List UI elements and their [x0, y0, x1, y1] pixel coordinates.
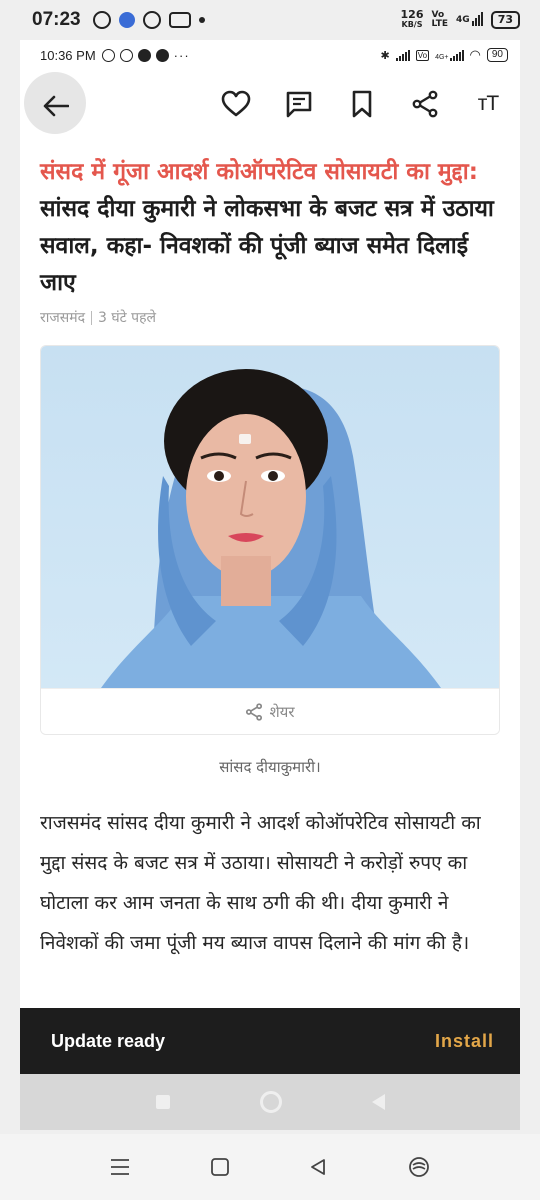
signal-1-icon [395, 49, 410, 61]
device-navigation-bar [0, 1134, 540, 1200]
share-icon [246, 702, 263, 721]
image-caption: सांसद दीयाकुमारी। [219, 758, 321, 776]
signal-icon: 4G [456, 12, 483, 26]
whatsapp-icon [119, 48, 133, 62]
volte-icon: Vo [415, 49, 430, 61]
signal-2-icon: 4G+ [435, 49, 464, 61]
article-body: राजसमंद सांसद दीया कुमारी ने आदर्श कोऑपर… [40, 812, 481, 954]
update-snackbar: Update ready Install [20, 1008, 520, 1074]
bookmark-button[interactable] [344, 86, 380, 122]
inner-recents-button[interactable] [155, 1095, 170, 1109]
heart-icon [221, 90, 251, 117]
article-location[interactable]: राजसमंद [40, 308, 85, 327]
inner-back-button[interactable] [371, 1094, 385, 1110]
inner-home-button[interactable] [259, 1091, 282, 1113]
bookmark-icon [352, 90, 372, 118]
font-size-button[interactable]: тT [470, 86, 506, 122]
chrome-icon-2 [155, 48, 169, 62]
article-time: 3 घंटे पहले [98, 310, 157, 326]
settings-icon [118, 12, 135, 28]
chrome-icon [137, 48, 151, 62]
volte-icon: Vo LTE [431, 10, 449, 29]
notification-icons [92, 11, 205, 29]
inner-clock: 10:36 PM [40, 47, 96, 63]
back-arrow-icon [43, 95, 69, 117]
bluetooth-icon: ✱ [380, 49, 390, 62]
inner-system-indicators: ✱ Vo 4G+ ◠ 90 [381, 47, 508, 63]
share-label: शेयर [269, 702, 295, 721]
inner-status-bar: 10:36 PM ··· ✱ Vo 4G+ ◠ 90 [20, 40, 520, 70]
wifi-icon: ◠ [469, 47, 481, 62]
device-status-bar: 07:23 126 KB/S Vo LTE 4G 73 [0, 0, 540, 40]
battery-icon: 73 [490, 11, 520, 29]
like-button[interactable] [218, 86, 254, 122]
article-toolbar: тT [20, 70, 520, 140]
more-notifications-dot [198, 17, 205, 23]
back-icon[interactable] [308, 1157, 328, 1177]
whatsapp-icon [92, 11, 111, 29]
font-size-icon: тT [477, 92, 499, 115]
share-button[interactable] [407, 86, 443, 122]
menu-icon[interactable] [109, 1157, 131, 1177]
comment-icon [286, 91, 312, 118]
toolbar-actions: тT [218, 86, 506, 122]
article-photo[interactable] [41, 346, 499, 688]
comment-button[interactable] [281, 86, 317, 122]
image-share-button[interactable]: शेयर [41, 688, 499, 734]
app-icon [142, 11, 161, 29]
more-icon: ··· [173, 47, 190, 63]
network-speed: 126 KB/S [400, 8, 424, 29]
inner-notification-icons: ··· [101, 47, 190, 63]
article-headline: संसद में गूंजा आदर्श कोऑपरेटिव सोसायटी क… [40, 154, 500, 302]
share-icon [412, 90, 438, 118]
headline-rest: सांसद दीया कुमारी ने लोकसभा के बजट सत्र … [40, 196, 494, 296]
battery-icon: 90 [486, 48, 508, 62]
article-content: संसद में गूंजा आदर्श कोऑपरेटिव सोसायटी क… [20, 154, 520, 963]
article-image-card: शेयर [40, 345, 500, 735]
meta-divider [91, 310, 93, 325]
home-icon[interactable] [210, 1157, 230, 1177]
headline-highlight: संसद में गूंजा आदर्श कोऑपरेटिव सोसायटी क… [40, 159, 478, 185]
system-indicators: 126 KB/S Vo LTE 4G 73 [400, 8, 520, 30]
youtube-icon [168, 12, 191, 28]
portrait-illustration [101, 369, 441, 688]
snackbar-message: Update ready [51, 1030, 166, 1051]
inner-navigation-bar [20, 1074, 520, 1130]
alarm-icon [101, 48, 115, 62]
assistant-icon[interactable] [407, 1155, 431, 1179]
back-button[interactable] [36, 90, 76, 122]
install-button[interactable]: Install [435, 1031, 494, 1052]
app-screen: 10:36 PM ··· ✱ Vo 4G+ ◠ 90 тT संसद में ग… [20, 40, 520, 1130]
article-meta: राजसमंद 3 घंटे पहले [40, 308, 500, 327]
device-clock: 07:23 [32, 9, 81, 30]
